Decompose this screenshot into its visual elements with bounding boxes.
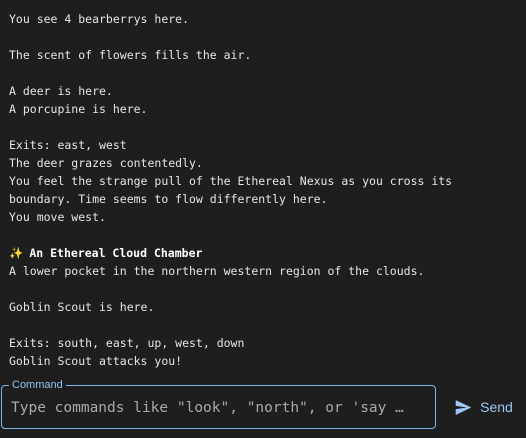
- log-line: The deer grazes contentedly.: [9, 156, 203, 170]
- log-line: You feel the strange pull of the Etherea…: [9, 174, 453, 188]
- send-button[interactable]: Send: [447, 390, 521, 424]
- log-line: boundary. Time seems to flow differently…: [9, 192, 328, 206]
- log-line: You move west.: [9, 210, 106, 224]
- sparkles-icon: ✨: [9, 246, 24, 260]
- game-log: You see 4 bearberrys here. The scent of …: [9, 10, 519, 370]
- log-spacer: [9, 226, 519, 244]
- log-spacer: [9, 28, 519, 46]
- log-spacer: [9, 316, 519, 334]
- log-spacer: [9, 64, 519, 82]
- log-line: Goblin Scout is here.: [9, 300, 155, 314]
- log-line: You see 4 bearberrys here.: [9, 12, 190, 26]
- command-input[interactable]: [11, 397, 431, 419]
- log-line: The scent of flowers fills the air.: [9, 48, 252, 62]
- log-spacer: [9, 280, 519, 298]
- log-line: A porcupine is here.: [9, 102, 148, 116]
- log-line: Goblin Scout attacks you!: [9, 354, 183, 368]
- room-title: An Ethereal Cloud Chamber: [29, 246, 203, 260]
- command-label: Command: [9, 378, 66, 392]
- send-icon: [455, 399, 472, 415]
- command-field[interactable]: Command: [1, 378, 436, 429]
- log-line: Exits: east, west: [9, 138, 127, 152]
- room-description: A lower pocket in the northern western r…: [9, 264, 425, 278]
- log-spacer: [9, 118, 519, 136]
- room-title-line: ✨ An Ethereal Cloud Chamber: [9, 244, 519, 262]
- log-line: A deer is here.: [9, 84, 113, 98]
- log-line: Exits: south, east, up, west, down: [9, 336, 245, 350]
- send-label: Send: [480, 399, 513, 415]
